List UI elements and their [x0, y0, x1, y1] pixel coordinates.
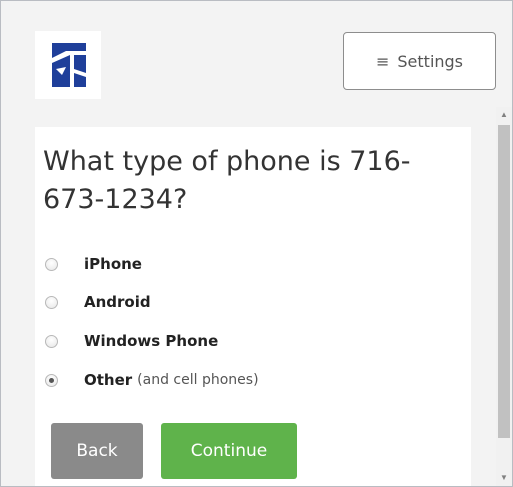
app-frame: ≡ Settings What type of phone is 716-673… [0, 0, 513, 487]
radio-other[interactable] [45, 373, 58, 387]
continue-button[interactable]: Continue [161, 423, 297, 479]
option-other[interactable]: Other (and cell phones) [45, 369, 259, 391]
logo-mark-icon [52, 43, 86, 87]
settings-label: Settings [397, 51, 464, 71]
option-label: Android [84, 293, 151, 311]
scroll-down-arrow-icon[interactable]: ▼ [496, 470, 512, 486]
option-label: Other [84, 371, 133, 389]
back-button[interactable]: Back [51, 423, 143, 479]
option-windows-phone[interactable]: Windows Phone [45, 330, 218, 352]
radio-iphone[interactable] [45, 257, 58, 271]
question-text: What type of phone is 716-673-1234? [43, 146, 411, 215]
option-iphone[interactable]: iPhone [45, 253, 142, 275]
scroll-up-arrow-icon[interactable]: ▲ [496, 107, 512, 123]
question-panel: What type of phone is 716-673-1234? iPho… [35, 127, 471, 486]
vertical-scrollbar[interactable]: ▲ ▼ [496, 107, 512, 486]
option-label: iPhone [84, 255, 142, 273]
hamburger-menu-icon: ≡ [375, 51, 390, 71]
option-suffix: (and cell phones) [137, 372, 259, 388]
option-android[interactable]: Android [45, 291, 151, 313]
scrollbar-thumb[interactable] [498, 125, 510, 438]
settings-button[interactable]: ≡ Settings [343, 32, 496, 90]
radio-android[interactable] [45, 295, 58, 309]
option-label: Windows Phone [84, 332, 219, 350]
company-logo [35, 31, 101, 99]
radio-windows-phone[interactable] [45, 334, 58, 348]
